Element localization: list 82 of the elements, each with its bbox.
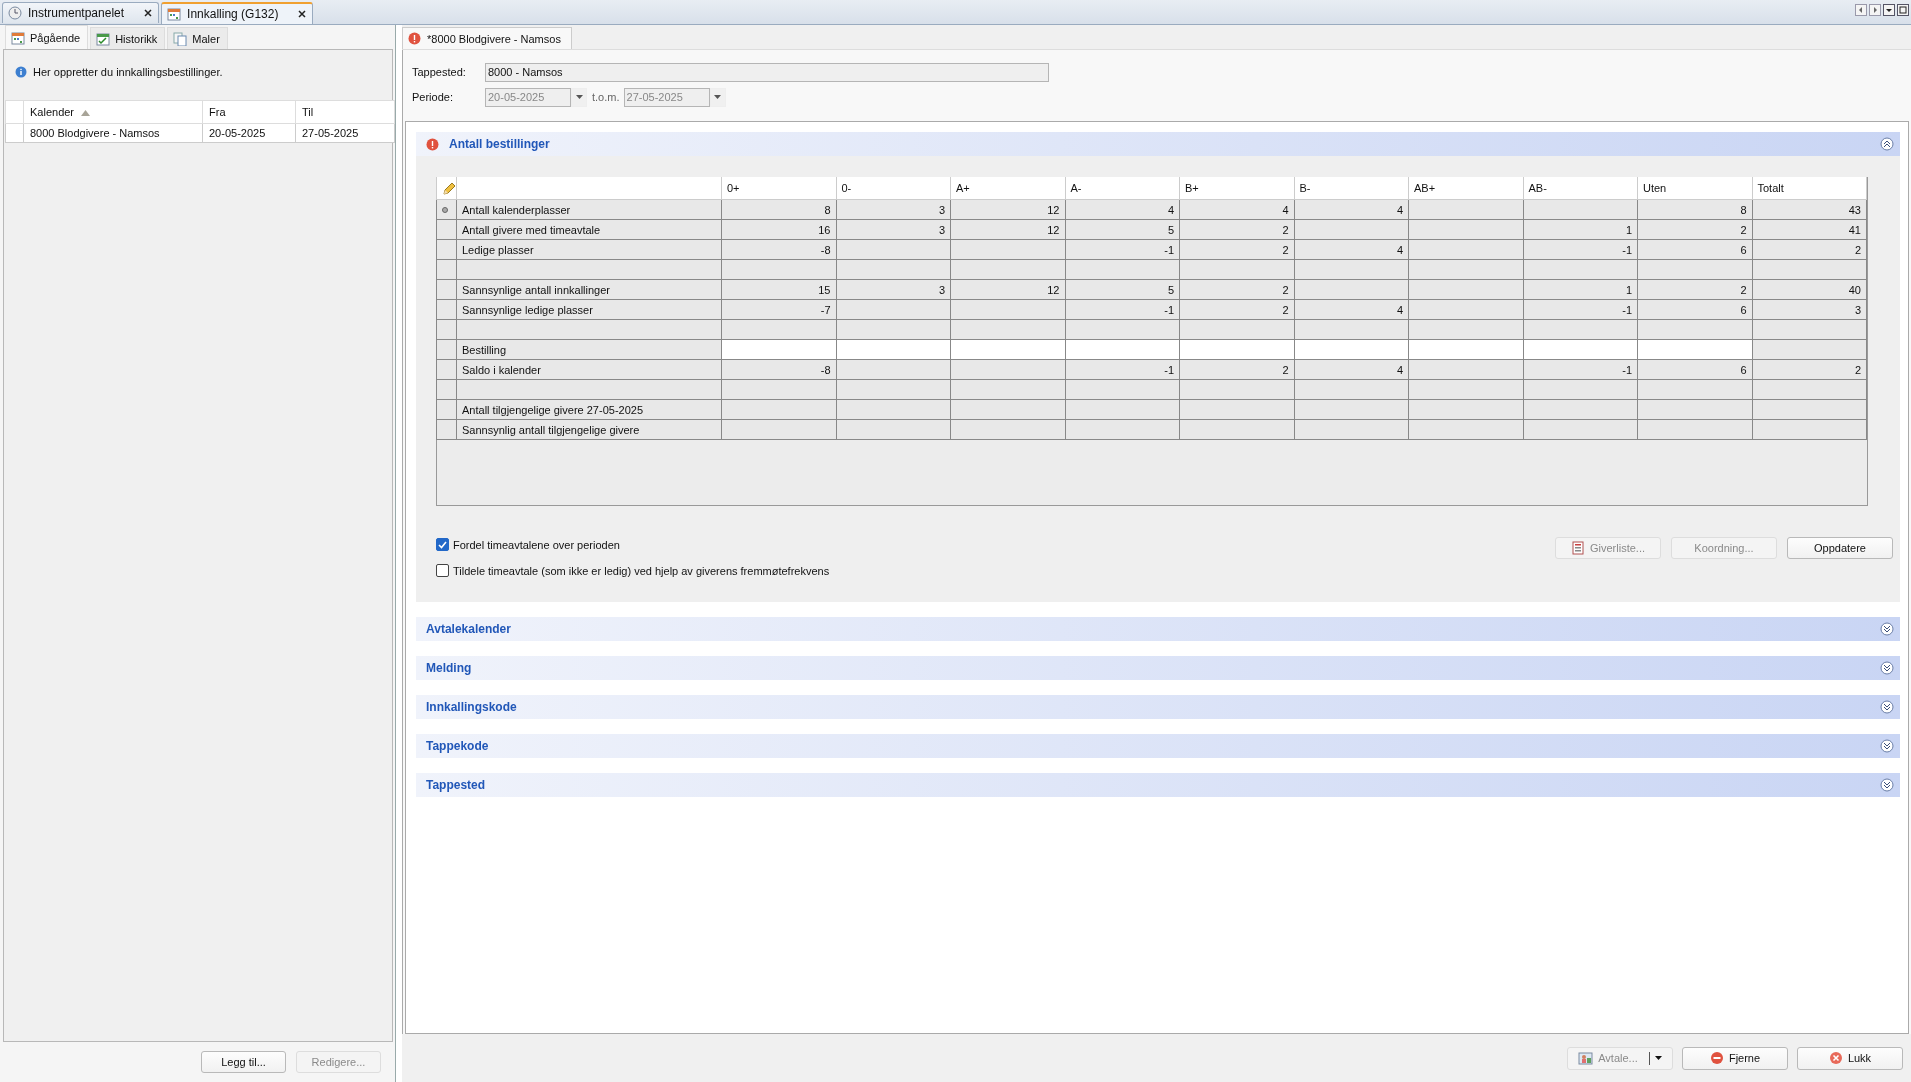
field-label: Tappested: <box>412 66 467 78</box>
section-header[interactable]: Antall bestillinger <box>416 132 1900 156</box>
column-header: A- <box>1065 177 1180 200</box>
panel-tab[interactable]: Historikk <box>90 27 166 49</box>
section-header[interactable]: Melding <box>416 656 1900 680</box>
row-header[interactable] <box>436 419 457 440</box>
column-header[interactable]: Til <box>295 100 395 124</box>
caret-icon <box>714 95 721 99</box>
expand-icon <box>1880 700 1894 714</box>
checkbox[interactable] <box>436 564 449 577</box>
column-header: B- <box>1294 177 1409 200</box>
field-label: Periode: <box>412 91 454 103</box>
row-header[interactable] <box>436 239 457 260</box>
documents-icon <box>173 31 188 46</box>
close-icon <box>1828 1051 1843 1065</box>
button[interactable]: Lukk <box>1797 1046 1903 1070</box>
dropdown-icon <box>1883 4 1895 16</box>
pencil-icon <box>442 181 456 195</box>
column-header[interactable]: Fra <box>202 100 296 124</box>
section-header[interactable]: Innkallingskode <box>416 695 1900 719</box>
column-header: A+ <box>950 177 1065 200</box>
checkbox[interactable] <box>436 538 449 551</box>
panel-tab[interactable]: Maler <box>167 27 228 49</box>
column-header: Uten <box>1637 177 1752 200</box>
caret-icon <box>1654 1056 1662 1060</box>
dropdown-button[interactable] <box>571 87 587 107</box>
button[interactable]: Legg til... <box>201 1051 286 1073</box>
clock-icon <box>8 6 22 20</box>
expand-icon <box>1880 739 1894 753</box>
app-tab[interactable]: Innkalling (G132) <box>161 2 314 24</box>
calendar-person-icon <box>1578 1051 1594 1065</box>
row-header[interactable] <box>436 259 457 280</box>
close-icon <box>144 9 153 17</box>
column-header: AB- <box>1523 177 1638 200</box>
row-header[interactable] <box>436 339 457 360</box>
expand-icon <box>1880 661 1894 675</box>
scroll-right-icon <box>1869 4 1881 16</box>
row-header[interactable] <box>436 379 457 400</box>
section-header[interactable]: Tappekode <box>416 734 1900 758</box>
expand-icon <box>1880 778 1894 792</box>
list-icon <box>1571 541 1585 555</box>
info-icon <box>15 66 27 78</box>
collapse-icon <box>1880 137 1894 151</box>
checkbox-label: Fordel timeavtalene over perioden <box>453 538 620 551</box>
row-header[interactable] <box>436 319 457 340</box>
row-header[interactable] <box>436 279 457 300</box>
calendar-icon <box>167 7 182 21</box>
section-header[interactable]: Tappested <box>416 773 1900 797</box>
restore-icon <box>1897 4 1909 16</box>
table-cell[interactable]: 20-05-2025 <box>202 123 296 143</box>
caret-icon <box>575 95 583 99</box>
calendar-check-icon <box>96 31 111 46</box>
row-header[interactable] <box>436 199 457 220</box>
column-header: Totalt <box>1752 177 1867 200</box>
row-header[interactable] <box>436 399 457 420</box>
text-field[interactable]: 8000 - Namsos <box>485 62 1049 82</box>
column-header: 0- <box>836 177 951 200</box>
row-header[interactable] <box>436 219 457 240</box>
close-icon <box>298 10 307 18</box>
remove-icon <box>1709 1051 1724 1065</box>
column-header[interactable]: Kalender <box>23 100 203 124</box>
calendar-icon <box>11 30 25 45</box>
document-tab[interactable]: *8000 Blodgivere - Namsos <box>402 27 572 49</box>
table-cell[interactable]: 27-05-2025 <box>295 123 395 143</box>
panel-tab[interactable]: Pågående <box>5 25 89 49</box>
column-header: AB+ <box>1408 177 1523 200</box>
expand-icon <box>1880 622 1894 636</box>
separator-label: t.o.m. <box>592 91 620 103</box>
checkbox-label: Tildele timeavtale (som ikke er ledig) ved hjelp av giverens fremmøtefrekvens <box>453 564 830 577</box>
scroll-left-icon <box>1855 4 1867 16</box>
app-tab[interactable]: Instrumentpanelet <box>2 2 160 23</box>
row-header[interactable] <box>436 359 457 380</box>
button[interactable]: Oppdatere <box>1787 537 1893 559</box>
info-text: Her oppretter du innkallingsbestillinger. <box>33 66 223 78</box>
row-header[interactable] <box>436 299 457 320</box>
button[interactable]: Fjerne <box>1682 1046 1788 1070</box>
table-cell[interactable]: 8000 Blodgivere - Namsos <box>23 123 203 143</box>
column-header: B+ <box>1179 177 1294 200</box>
section-header[interactable]: Avtalekalender <box>416 617 1900 641</box>
current-row-icon <box>442 206 448 213</box>
error-icon <box>426 137 439 151</box>
column-header: 0+ <box>721 177 836 200</box>
